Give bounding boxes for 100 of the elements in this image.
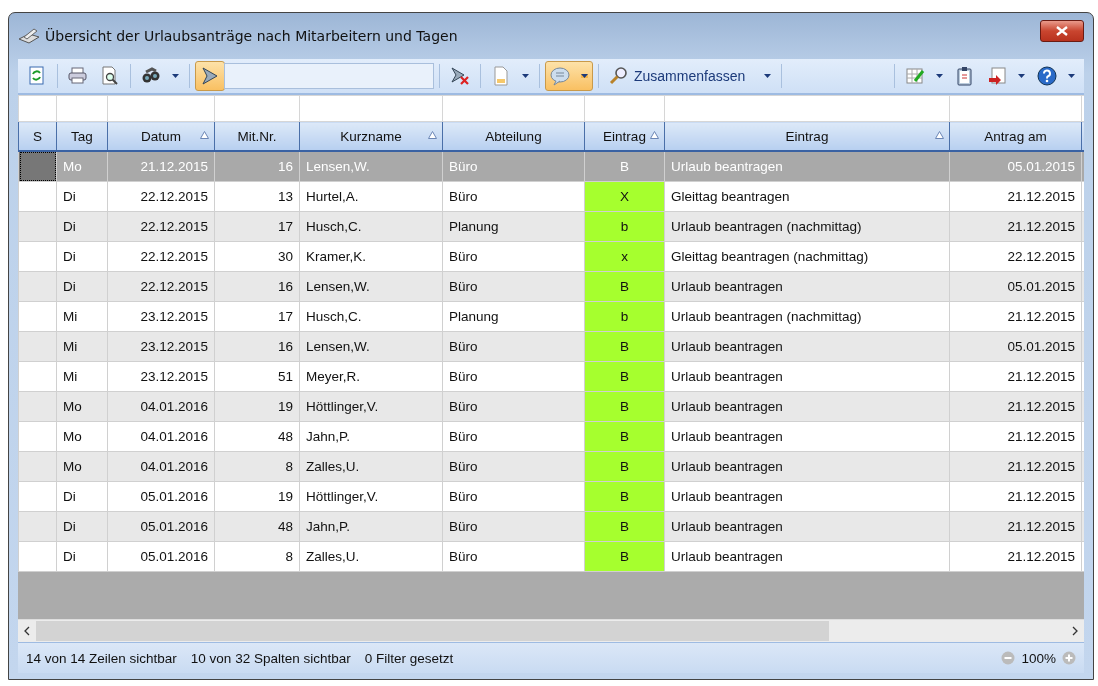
table-cell: Di (56, 211, 108, 242)
window-title: Übersicht der Urlaubsanträge nach Mitarbeitern und Tagen (45, 28, 459, 44)
table-cell: Di (56, 241, 108, 272)
magnifier-icon (609, 66, 629, 86)
table-row[interactable]: Mi 23.12.2015 16 Lensen,W. Büro B Urlaub beantragen 05.01.2015 (18, 331, 1084, 362)
table-cell: 04.01.2016 (107, 421, 215, 452)
column-header[interactable]: Eintrag (584, 121, 665, 151)
table-cell: 22.12.2015 (107, 211, 215, 242)
table-cell: Mi (56, 331, 108, 362)
zoom-in-icon[interactable] (1062, 651, 1076, 665)
filter-cell[interactable] (584, 95, 665, 122)
table-cell: 19 (214, 481, 300, 512)
table-cell: Büro (442, 391, 585, 422)
column-header[interactable]: Eintrag (664, 121, 950, 151)
table-cell: 22.12.2015 (949, 241, 1082, 272)
table-row[interactable]: Di 05.01.2016 19 Höttlinger,V. Büro B Urlaub beantragen 21.12.2015 (18, 481, 1084, 512)
filter-cell[interactable] (214, 95, 300, 122)
table-cell: 21.12.2015 (949, 391, 1082, 422)
filter-cell[interactable] (18, 95, 57, 122)
table-row[interactable]: Di 22.12.2015 16 Lensen,W. Büro B Urlaub beantragen 05.01.2015 (18, 271, 1084, 302)
filter-cell[interactable] (949, 95, 1082, 122)
table-cell: B (584, 541, 665, 572)
table-cell: 05.01.2015 (949, 151, 1082, 182)
table-cell: Mi (56, 301, 108, 332)
table-cell: Hurtel,A. (299, 181, 443, 212)
table-row[interactable]: Di 05.01.2016 48 Jahn,P. Büro B Urlaub beantragen 21.12.2015 (18, 511, 1084, 542)
table-cell: Planung (442, 211, 585, 242)
table-cell: 22.12.2015 (107, 241, 215, 272)
sort-icon (428, 131, 437, 139)
table-cell: B (584, 151, 665, 182)
table-cell: 04.01.2016 (107, 391, 215, 422)
search-field[interactable] (224, 63, 434, 89)
table-row[interactable]: Mo 04.01.2016 8 Zalles,U. Büro B Urlaub beantragen 21.12.2015 (18, 451, 1084, 482)
table-cell: Büro (442, 241, 585, 272)
table-cell: Mi (56, 361, 108, 392)
filter-cell[interactable] (299, 95, 443, 122)
column-header[interactable]: Antrag am (949, 121, 1082, 151)
table-cell: Gleittag beantragen (664, 181, 950, 212)
table-row[interactable]: Di 05.01.2016 8 Zalles,U. Büro B Urlaub beantragen 21.12.2015 (18, 541, 1084, 572)
table-cell: x (584, 241, 665, 272)
table-row[interactable]: Mo 04.01.2016 19 Höttlinger,V. Büro B Urlaub beantragen 21.12.2015 (18, 391, 1084, 422)
table-cell: Lensen,W. (299, 271, 443, 302)
caret-icon (581, 74, 588, 78)
column-header[interactable]: Kurzname (299, 121, 443, 151)
filter-cell[interactable] (664, 95, 950, 122)
printer-icon (68, 66, 88, 86)
table-cell: 05.01.2016 (107, 481, 215, 512)
table-cell: Husch,C. (299, 211, 443, 242)
table-row[interactable]: Di 22.12.2015 13 Hurtel,A. Büro X Gleittag beantragen 21.12.2015 (18, 181, 1084, 212)
scroll-left-icon[interactable] (23, 626, 31, 636)
table-cell: X (584, 181, 665, 212)
table-cell: Büro (442, 481, 585, 512)
caret-icon (522, 74, 529, 78)
table-cell: Di (56, 511, 108, 542)
table-cell: B (584, 511, 665, 542)
column-header[interactable]: Abteilung (442, 121, 585, 151)
zoom-out-icon[interactable] (1001, 651, 1016, 665)
table-cell: Urlaub beantragen (664, 541, 950, 572)
table-row[interactable]: Mi 23.12.2015 17 Husch,C. Planung b Urlaub beantragen (nachmittag) 21.12.2015 (18, 301, 1084, 332)
status-text: 10 von 32 Spalten sichtbar (190, 650, 351, 666)
filter-cell[interactable] (107, 95, 215, 122)
table-row[interactable]: Di 22.12.2015 30 Kramer,K. Büro x Gleittag beantragen (nachmittag) 22.12.2015 (18, 241, 1084, 272)
table-cell: B (584, 271, 665, 302)
table-cell: 21.12.2015 (949, 481, 1082, 512)
zoom-level: 100% (1021, 650, 1056, 666)
table-row[interactable]: Di 22.12.2015 17 Husch,C. Planung b Urlaub beantragen (nachmittag) 21.12.2015 (18, 211, 1084, 242)
table-cell: Urlaub beantragen (664, 271, 950, 302)
speech-bubble-button[interactable] (545, 61, 593, 91)
table-cell: Urlaub beantragen (664, 151, 950, 182)
column-header[interactable]: Datum (107, 121, 215, 151)
table-cell: Lensen,W. (299, 151, 443, 182)
table-cell: B (584, 361, 665, 392)
close-button[interactable] (1040, 20, 1084, 42)
table-cell: Höttlinger,V. (299, 391, 443, 422)
table-cell: 8 (214, 541, 300, 572)
table-cell: Jahn,P. (299, 511, 443, 542)
funnel-button[interactable] (195, 61, 225, 91)
table-cell: Di (56, 481, 108, 512)
scroll-right-icon[interactable] (1071, 626, 1079, 636)
table-row[interactable]: Mi 23.12.2015 51 Meyer,R. Büro B Urlaub beantragen 21.12.2015 (18, 361, 1084, 392)
table-cell: 05.01.2015 (949, 271, 1082, 302)
table-cell: Büro (442, 181, 585, 212)
table-cell: Zalles,U. (299, 451, 443, 482)
horizontal-scrollbar[interactable] (18, 619, 1084, 642)
status-text: 14 von 14 Zeilen sichtbar (26, 650, 177, 666)
table-cell: Büro (442, 361, 585, 392)
filter-cell[interactable] (442, 95, 585, 122)
table-cell: 8 (214, 451, 300, 482)
summarize-button[interactable]: Zusammenfassen (604, 61, 777, 91)
document-icon (491, 66, 511, 86)
column-header[interactable]: S (18, 121, 57, 151)
table-cell: Jahn,P. (299, 421, 443, 452)
table-row[interactable]: Mo 04.01.2016 48 Jahn,P. Büro B Urlaub beantragen 21.12.2015 (18, 421, 1084, 452)
table-cell: Höttlinger,V. (299, 481, 443, 512)
column-header[interactable]: Mit.Nr. (214, 121, 300, 151)
filter-cell[interactable] (56, 95, 108, 122)
table-cell: B (584, 391, 665, 422)
print-preview-icon (100, 66, 120, 86)
table-cell: Büro (442, 421, 585, 452)
refresh-icon (27, 66, 47, 86)
